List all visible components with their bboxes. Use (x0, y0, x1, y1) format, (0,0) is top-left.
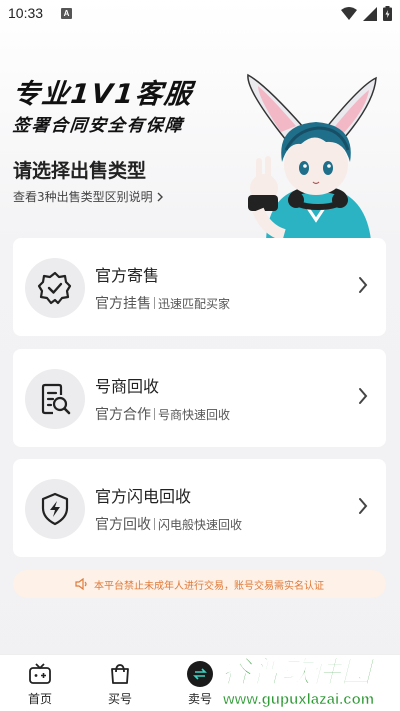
option-card-dealer-recycle[interactable]: 号商回收 官方合作 号商快速回收 (13, 349, 386, 447)
nav-label: 首页 (27, 692, 52, 706)
shopping-bag-icon (90, 661, 150, 687)
divider (154, 297, 155, 309)
signal-icon (363, 6, 377, 21)
card-sub-label: 官方挂售 (95, 296, 151, 312)
nav-item-buy[interactable]: 买号 (90, 661, 150, 707)
svg-text:www.gupuxlazai.com: www.gupuxlazai.com (222, 691, 374, 708)
chevron-right-icon (157, 192, 163, 201)
svg-text:谷普软件园: 谷普软件园 (221, 655, 376, 690)
card-sub-label: 官方合作 (95, 407, 151, 423)
card-subtitle: 官方回收 闪电般快速回收 (95, 514, 242, 534)
page-title: 请选择出售类型 (13, 160, 147, 182)
status-bar: 10:33 A (0, 0, 400, 28)
card-subtitle: 官方挂售 迅速匹配买家 (95, 293, 230, 313)
card-description: 号商快速回收 (158, 407, 231, 422)
status-time: 10:33 (8, 5, 44, 21)
nav-label: 买号 (107, 692, 132, 706)
card-title: 号商回收 (95, 377, 160, 396)
hero-subtitle: 签署合同安全有保障 (11, 116, 185, 136)
card-description: 闪电般快速回收 (158, 517, 243, 532)
site-watermark-logo: 谷普软件园 www.gupuxlazai.com (221, 655, 377, 709)
card-title: 官方闪电回收 (95, 487, 192, 506)
sell-types-explanation-link[interactable]: 查看3种出售类型区别说明 (13, 188, 164, 205)
minor-restriction-notice: 本平台禁止未成年人进行交易，账号交易需实名认证 (13, 570, 386, 598)
chevron-right-icon (359, 388, 368, 404)
card-subtitle: 官方合作 号商快速回收 (95, 404, 230, 424)
speaker-icon (75, 578, 87, 590)
notice-text: 本平台禁止未成年人进行交易，账号交易需实名认证 (94, 580, 324, 592)
lightning-shield-icon (25, 479, 85, 539)
divider (154, 518, 155, 530)
nav-item-home[interactable]: 首页 (10, 661, 70, 707)
card-sub-label: 官方回收 (95, 517, 151, 533)
rabbit-mascot-illustration (247, 73, 377, 240)
status-icons (341, 6, 392, 21)
option-card-consignment[interactable]: 官方寄售 官方挂售 迅速匹配买家 (13, 238, 386, 336)
battery-icon (383, 6, 392, 21)
home-tv-icon (10, 661, 70, 687)
document-search-icon (25, 369, 85, 429)
option-card-lightning-recycle[interactable]: 官方闪电回收 官方回收 闪电般快速回收 (13, 459, 386, 557)
hero-title: 专业1V1客服 (11, 79, 195, 110)
verified-badge-icon (25, 258, 85, 318)
divider (154, 408, 155, 420)
card-title: 官方寄售 (95, 266, 160, 285)
notification-badge: A (61, 8, 72, 19)
chevron-right-icon (359, 277, 368, 293)
swap-icon (187, 661, 213, 687)
card-description: 迅速匹配买家 (158, 296, 231, 311)
wifi-icon (341, 6, 357, 20)
sell-types-link-label: 查看3种出售类型区别说明 (13, 190, 153, 204)
chevron-right-icon (359, 498, 368, 514)
